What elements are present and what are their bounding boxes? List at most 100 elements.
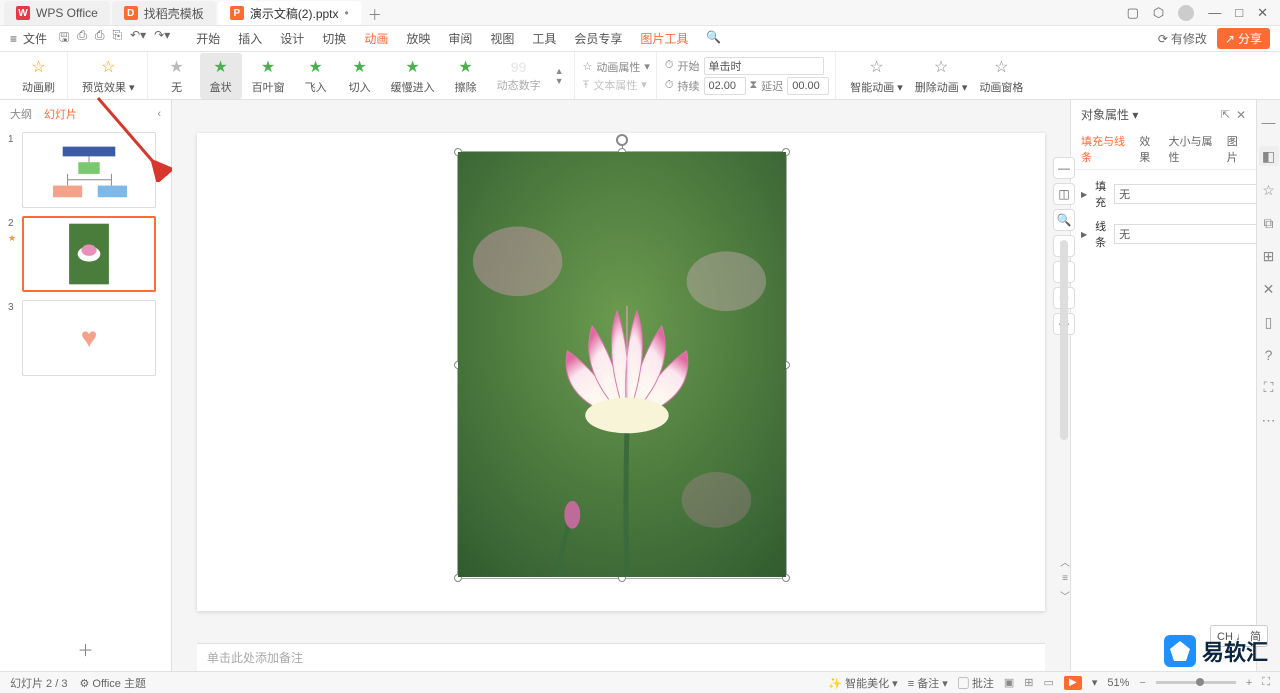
- collapse-panel-icon[interactable]: ‹: [157, 108, 161, 120]
- slideshow-dropdown-icon[interactable]: ▾: [1092, 676, 1098, 689]
- rail-page-icon[interactable]: ▯: [1265, 314, 1273, 331]
- zoom-slider[interactable]: [1156, 681, 1236, 684]
- menu-insert[interactable]: 插入: [238, 30, 262, 47]
- rail-star-icon[interactable]: ☆: [1262, 182, 1275, 199]
- tab-current-doc[interactable]: P 演示文稿(2).pptx •: [218, 1, 361, 25]
- fit-window-icon[interactable]: ⛶: [1262, 676, 1270, 689]
- rotate-handle[interactable]: [616, 134, 628, 146]
- zoom-out-icon[interactable]: −: [1139, 677, 1145, 689]
- avatar-icon[interactable]: [1178, 5, 1194, 21]
- rail-tools-icon[interactable]: ✕: [1263, 281, 1275, 298]
- effect-blinds[interactable]: ★百叶窗: [244, 53, 293, 99]
- slides-tab[interactable]: 幻灯片: [44, 106, 77, 122]
- effect-wipe[interactable]: ★擦除: [445, 53, 487, 99]
- outline-tab[interactable]: 大纲: [10, 106, 32, 122]
- add-tab-button[interactable]: ＋: [363, 5, 387, 25]
- normal-view-icon[interactable]: ▣: [1004, 676, 1014, 689]
- save-icon[interactable]: 🖫: [59, 28, 69, 49]
- text-property-dropdown[interactable]: Ŧ文本属性 ▾: [583, 77, 650, 93]
- reading-view-icon[interactable]: ▭: [1043, 676, 1053, 689]
- menu-slideshow[interactable]: 放映: [406, 30, 430, 47]
- effect-cut[interactable]: ★切入: [339, 53, 381, 99]
- delay-input[interactable]: [787, 77, 829, 95]
- rail-more-icon[interactable]: ⋯: [1262, 412, 1276, 429]
- undo-icon[interactable]: ↶▾: [130, 28, 146, 49]
- tab-template[interactable]: D 找稻壳模板: [112, 1, 216, 25]
- effect-none[interactable]: ★无: [156, 53, 198, 99]
- notes-toggle[interactable]: ≡ 备注 ▾: [908, 675, 948, 691]
- menu-picture-tools[interactable]: 图片工具: [640, 30, 688, 47]
- slide-thumb-2[interactable]: [22, 216, 156, 292]
- pin-icon[interactable]: ⇱: [1221, 108, 1230, 121]
- expand-icon[interactable]: ▶: [1081, 190, 1087, 199]
- rail-comments-icon[interactable]: ⊞: [1263, 248, 1275, 265]
- animation-pane-button[interactable]: ☆动画窗格: [973, 55, 1029, 97]
- expand-icon[interactable]: ▶: [1081, 230, 1087, 239]
- notes-input[interactable]: 单击此处添加备注: [197, 643, 1045, 671]
- close-icon[interactable]: ✕: [1257, 5, 1268, 21]
- delete-animation-button[interactable]: ☆删除动画 ▾: [909, 55, 974, 97]
- print-icon[interactable]: ⎙: [95, 28, 105, 49]
- crop-tool-icon[interactable]: ◫: [1053, 183, 1075, 205]
- smart-animation-button[interactable]: ☆智能动画 ▾: [844, 55, 909, 97]
- maximize-icon[interactable]: □: [1235, 5, 1243, 21]
- zoom-in-icon[interactable]: +: [1246, 677, 1252, 689]
- fit-icon[interactable]: ≡: [1062, 573, 1068, 584]
- next-slide-icon[interactable]: ﹀: [1060, 588, 1070, 603]
- preview-effect-button[interactable]: ☆ 预览效果 ▾: [76, 55, 141, 97]
- rail-minimize-icon[interactable]: —: [1262, 114, 1276, 130]
- rail-help-icon[interactable]: ?: [1265, 347, 1273, 363]
- sync-status[interactable]: ⟳ 有修改: [1158, 30, 1207, 47]
- animation-painter-button[interactable]: ☆ 动画刷: [16, 55, 61, 97]
- fill-select[interactable]: [1114, 184, 1266, 204]
- rail-properties-icon[interactable]: ◧: [1259, 146, 1279, 166]
- add-slide-button[interactable]: ＋: [0, 627, 171, 671]
- tab-picture[interactable]: 图片: [1227, 133, 1246, 165]
- slideshow-view-icon[interactable]: ▶: [1064, 676, 1082, 690]
- window-layout-icon[interactable]: ▢: [1127, 5, 1139, 21]
- image-selection[interactable]: [457, 151, 787, 579]
- effects-more-button[interactable]: ▲▼: [551, 66, 568, 86]
- effect-box[interactable]: ★盒状: [200, 53, 242, 99]
- slide-canvas[interactable]: — ◫ 🔍 ✎ ⌖ ⚙ ⋯: [197, 133, 1045, 611]
- menu-review[interactable]: 审阅: [448, 30, 472, 47]
- prev-slide-icon[interactable]: ︿: [1060, 554, 1070, 569]
- beautify-button[interactable]: ✨ 智能美化 ▾: [828, 675, 897, 691]
- tab-fill-line[interactable]: 填充与线条: [1081, 133, 1129, 165]
- menu-animation[interactable]: 动画: [364, 30, 388, 47]
- menu-start[interactable]: 开始: [196, 30, 220, 47]
- tab-size[interactable]: 大小与属性: [1169, 133, 1217, 165]
- file-menu[interactable]: ≡ 文件: [10, 30, 47, 47]
- zoom-tool-icon[interactable]: 🔍: [1053, 209, 1075, 231]
- menu-view[interactable]: 视图: [490, 30, 514, 47]
- start-trigger-select[interactable]: [704, 57, 824, 75]
- effect-flyin[interactable]: ★飞入: [295, 53, 337, 99]
- effect-slowenter[interactable]: ★缓慢进入: [383, 53, 443, 99]
- tab-wps-office[interactable]: W WPS Office: [4, 1, 110, 25]
- menu-tools[interactable]: 工具: [532, 30, 556, 47]
- rail-layers-icon[interactable]: ⧉: [1264, 215, 1274, 232]
- search-icon[interactable]: 🔍: [706, 30, 721, 47]
- line-select[interactable]: [1114, 224, 1266, 244]
- theme-info[interactable]: ⚙ Office 主题: [79, 675, 146, 691]
- vertical-scrollbar[interactable]: [1060, 240, 1068, 440]
- redo-icon[interactable]: ↷▾: [154, 28, 170, 49]
- anim-property-dropdown[interactable]: ☆动画属性 ▾: [583, 59, 650, 75]
- cube-icon[interactable]: ⬡: [1153, 5, 1164, 21]
- slide-thumb-3[interactable]: ♥: [22, 300, 156, 376]
- zoom-value[interactable]: 51%: [1107, 677, 1129, 689]
- effect-dynamicnum[interactable]: 99动态数字: [489, 55, 549, 97]
- slide-thumb-1[interactable]: [22, 132, 156, 208]
- export-icon[interactable]: ⎙: [77, 28, 87, 49]
- rail-gift-icon[interactable]: ⛶: [1264, 379, 1274, 396]
- menu-transition[interactable]: 切换: [322, 30, 346, 47]
- duration-input[interactable]: [704, 77, 746, 95]
- menu-vip[interactable]: 会员专享: [574, 30, 622, 47]
- tab-effect[interactable]: 效果: [1139, 133, 1158, 165]
- comments-toggle[interactable]: ▢ 批注: [958, 675, 994, 691]
- close-panel-icon[interactable]: ✕: [1236, 108, 1246, 122]
- menu-design[interactable]: 设计: [280, 30, 304, 47]
- preview-icon[interactable]: ⎘: [112, 28, 122, 49]
- minimize-icon[interactable]: —: [1208, 5, 1221, 21]
- share-button[interactable]: ↗ 分享: [1217, 28, 1270, 49]
